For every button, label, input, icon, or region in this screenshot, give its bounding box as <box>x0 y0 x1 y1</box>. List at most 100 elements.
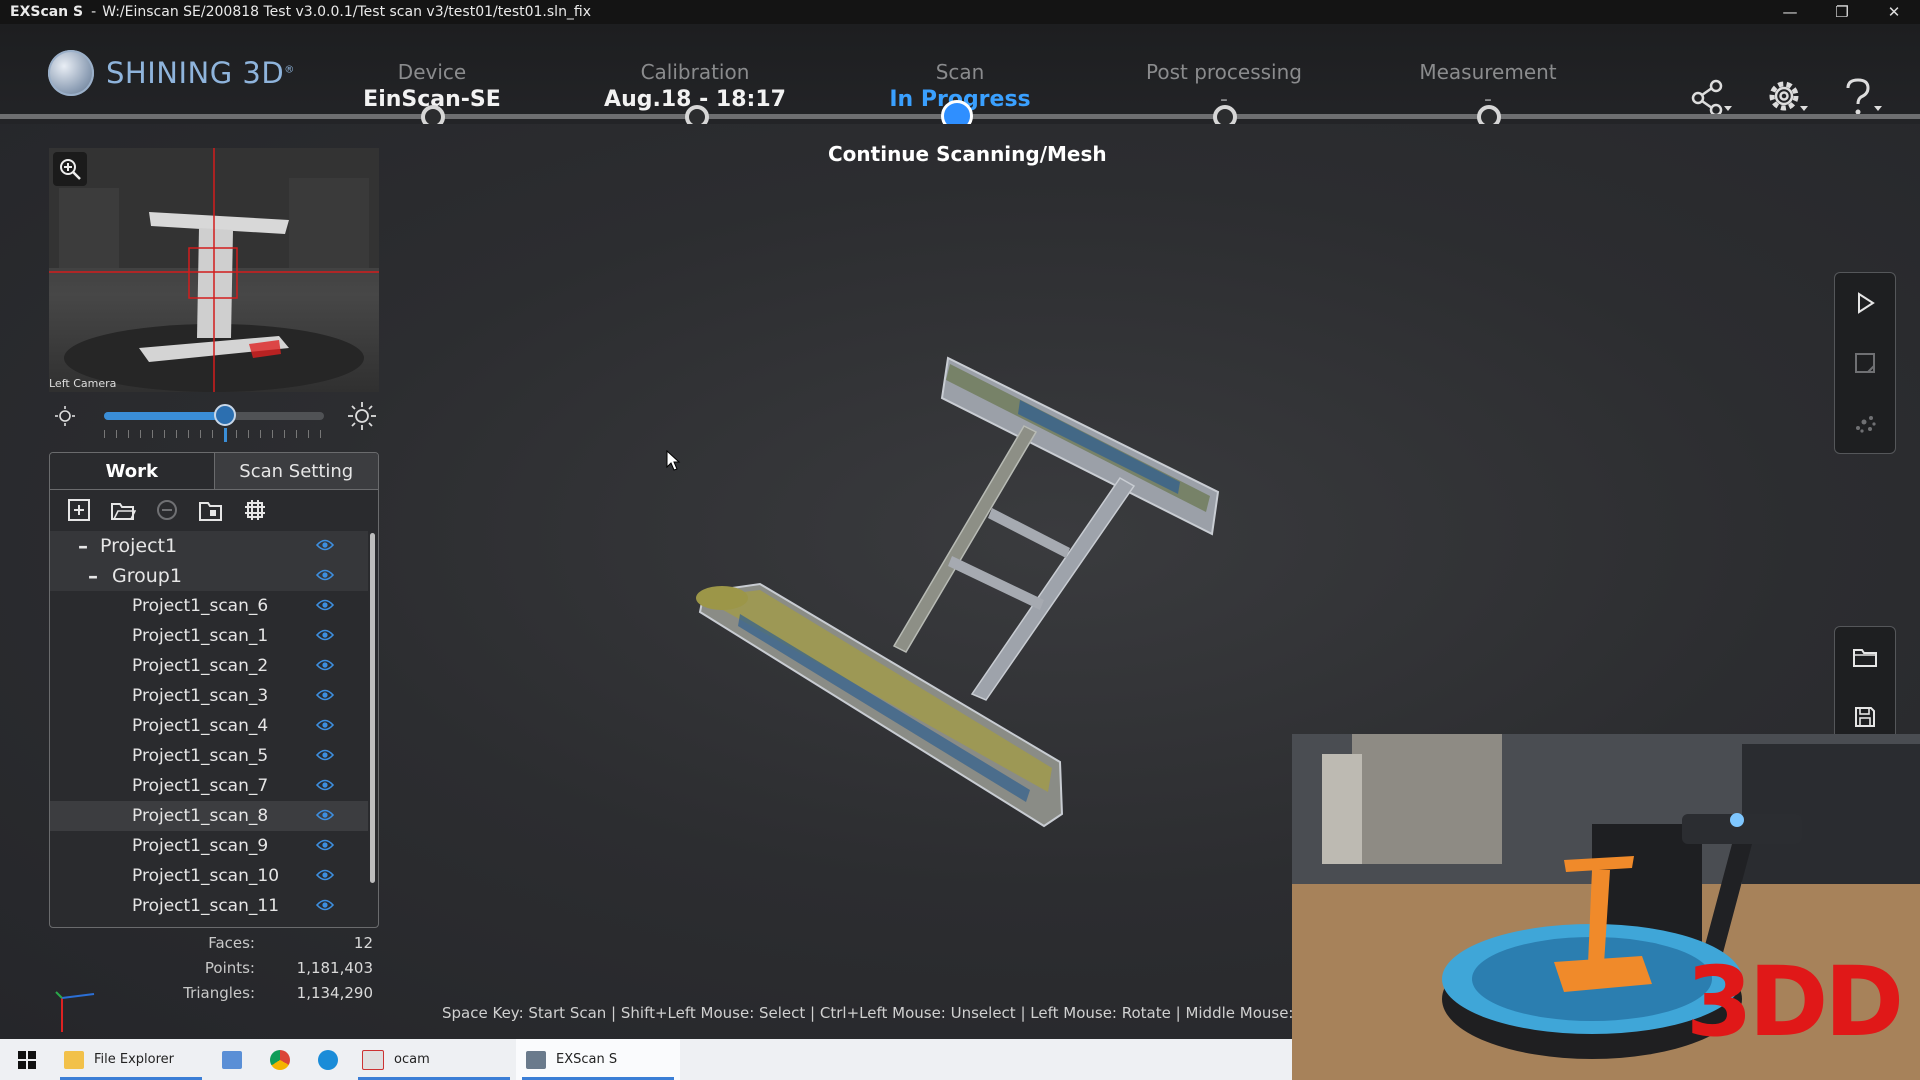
camera-feed <box>49 148 379 392</box>
scan-name: Project1_scan_7 <box>132 776 269 796</box>
visibility-eye-icon[interactable] <box>316 808 334 822</box>
folder-add-icon <box>199 502 222 521</box>
webcam-overlay: 3DD <box>1292 734 1920 1080</box>
taskbar-chrome[interactable] <box>256 1039 304 1080</box>
visibility-eye-icon[interactable] <box>316 718 334 732</box>
tree-scan-item[interactable]: Project1_scan_1 <box>50 621 368 651</box>
brand-name: SHINING 3D® <box>106 56 295 90</box>
tree-scan-item[interactable]: Project1_scan_4 <box>50 711 368 741</box>
taskbar-ocam[interactable]: ocam <box>352 1039 516 1080</box>
tree-scan-item[interactable]: Project1_scan_8 <box>50 801 368 831</box>
open-project-button[interactable] <box>106 495 140 525</box>
app-title: EXScan S <box>10 4 84 20</box>
watermark-logo: 3DD <box>1685 946 1904 1058</box>
brightness-slider-thumb[interactable] <box>214 404 236 426</box>
merge-button[interactable] <box>238 495 272 525</box>
visibility-eye-icon[interactable] <box>316 778 334 792</box>
remove-icon <box>157 500 177 520</box>
mark-area-button[interactable] <box>1835 333 1895 393</box>
step-label: Scan <box>935 60 985 84</box>
brightness-high-icon <box>348 402 376 430</box>
start-button[interactable] <box>0 1039 54 1080</box>
collapse-icon[interactable]: – <box>88 564 98 588</box>
collapse-icon[interactable]: – <box>78 534 88 558</box>
window-path: W:/Einscan SE/200818 Test v3.0.0.1/Test … <box>102 4 592 20</box>
windows-taskbar: File Explorer ocam EXScan S <box>0 1039 1292 1080</box>
add-group-button[interactable] <box>194 495 228 525</box>
visibility-eye-icon[interactable] <box>316 628 334 642</box>
scan-name: Project1_scan_8 <box>132 806 269 826</box>
visibility-eye-icon[interactable] <box>316 838 334 852</box>
new-project-button[interactable] <box>62 495 96 525</box>
start-scan-button[interactable] <box>1835 273 1895 333</box>
app-icon <box>222 1050 242 1069</box>
open-folder-button[interactable] <box>1835 627 1895 687</box>
taskbar-file-explorer[interactable]: File Explorer <box>54 1039 208 1080</box>
scan-name: Project1_scan_10 <box>132 866 280 886</box>
tree-scan-item[interactable]: Project1_scan_6 <box>50 591 368 621</box>
play-icon <box>1858 292 1875 314</box>
chrome-icon <box>270 1049 290 1070</box>
visibility-eye-icon[interactable] <box>316 658 334 672</box>
window-title-bar: EXScan S - W:/Einscan SE/200818 Test v3.… <box>0 0 1920 24</box>
tab-work[interactable]: Work <box>50 453 214 489</box>
tree-scan-item[interactable]: Project1_scan_10 <box>50 861 368 891</box>
visibility-eye-icon[interactable] <box>316 688 334 702</box>
brightness-slider[interactable] <box>104 404 324 426</box>
project-toolbar <box>50 490 378 530</box>
tree-scrollbar[interactable] <box>370 533 375 883</box>
new-project-icon <box>68 499 90 521</box>
scan-name: Project1_scan_9 <box>132 836 269 856</box>
taskbar-app-pinned[interactable] <box>208 1039 256 1080</box>
close-icon[interactable]: ✕ <box>1868 0 1920 24</box>
visibility-eye-icon[interactable] <box>316 748 334 762</box>
minimize-icon[interactable]: — <box>1764 0 1816 24</box>
faces-value: 12 <box>353 933 373 952</box>
tree-scan-item[interactable]: Project1_scan_5 <box>50 741 368 771</box>
visibility-eye-icon[interactable] <box>316 568 334 582</box>
windows-logo-icon <box>18 1050 36 1069</box>
brightness-tick-marker <box>224 428 227 442</box>
zoom-button[interactable] <box>53 152 87 186</box>
folder-icon <box>64 1050 84 1069</box>
taskbar-edge[interactable] <box>304 1039 352 1080</box>
tree-scan-item[interactable]: Project1_scan_9 <box>50 831 368 861</box>
faces-label: Faces: <box>208 933 255 952</box>
tree-scan-item[interactable]: Project1_scan_3 <box>50 681 368 711</box>
step-label: Device <box>397 60 467 84</box>
visibility-eye-icon[interactable] <box>316 598 334 612</box>
brand-logo: SHINING 3D® <box>48 50 295 96</box>
tree-scan-item[interactable]: Project1_scan_2 <box>50 651 368 681</box>
taskbar-exscan[interactable]: EXScan S <box>516 1039 680 1080</box>
taskbar-label: ocam <box>394 1052 430 1067</box>
tree-group[interactable]: – Group1 <box>50 561 368 591</box>
left-camera-preview[interactable]: Left Camera <box>49 148 379 392</box>
points-row: Points: 1,181,403 <box>150 955 373 980</box>
restore-icon[interactable]: ❐ <box>1816 0 1868 24</box>
triangles-value: 1,134,290 <box>296 983 373 1002</box>
work-panel: Work Scan Setting – Project1 – Group1 Pr… <box>49 452 379 928</box>
brightness-low-icon <box>55 406 75 426</box>
shortcut-hints: Space Key: Start Scan | Shift+Left Mouse… <box>442 1004 1292 1022</box>
tree-scan-item[interactable]: Project1_scan_7 <box>50 771 368 801</box>
project-name: Project1 <box>100 535 178 557</box>
tree-project[interactable]: – Project1 <box>50 531 368 561</box>
scan-name: Project1_scan_4 <box>132 716 269 736</box>
point-cloud-button[interactable] <box>1835 393 1895 453</box>
scan-control-toolbar <box>1834 272 1896 454</box>
step-label: Measurement <box>1419 60 1557 84</box>
file-toolbar <box>1834 626 1896 748</box>
visibility-eye-icon[interactable] <box>316 538 334 552</box>
tree-scan-item[interactable]: Project1_scan_11 <box>50 891 368 921</box>
visibility-eye-icon[interactable] <box>316 898 334 912</box>
tab-scan-setting[interactable]: Scan Setting <box>213 453 378 489</box>
remove-button[interactable] <box>150 495 184 525</box>
triangles-label: Triangles: <box>183 983 255 1002</box>
shining3d-logo-icon <box>48 50 94 96</box>
zoom-in-icon <box>60 159 81 180</box>
camera-label: Left Camera <box>49 377 117 390</box>
visibility-eye-icon[interactable] <box>316 868 334 882</box>
step-label: Post processing <box>1146 60 1302 84</box>
folder-open-icon <box>111 503 136 520</box>
taskbar-label: EXScan S <box>556 1052 618 1067</box>
